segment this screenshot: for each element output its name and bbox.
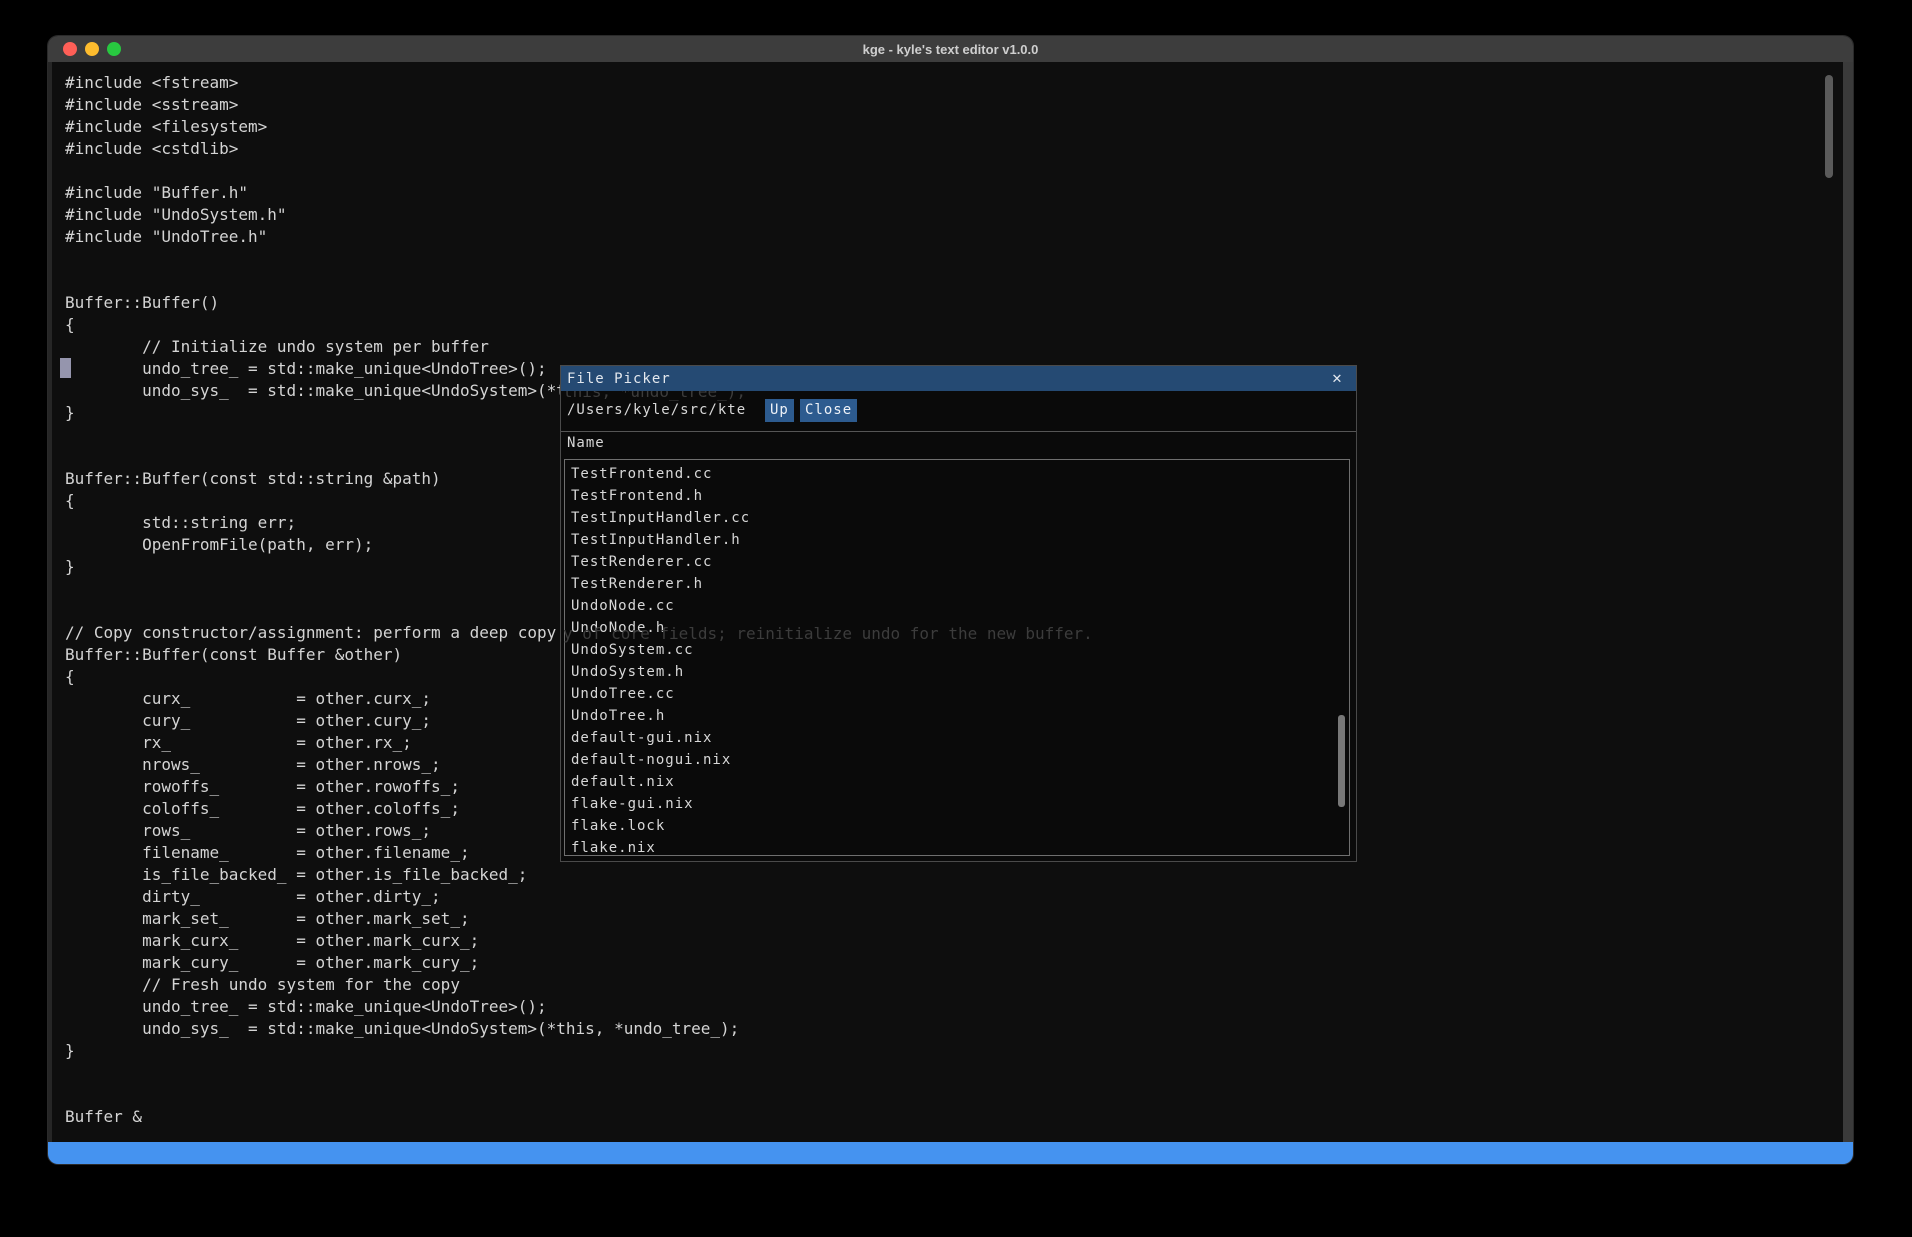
file-list-item[interactable]: UndoTree.cc [565, 683, 1349, 705]
file-list-item[interactable]: TestRenderer.cc [565, 551, 1349, 573]
file-picker-path-row: /Users/kyle/src/kte Up Close [561, 391, 1356, 431]
file-list-item[interactable]: TestFrontend.h [565, 485, 1349, 507]
file-list-item[interactable]: default-nogui.nix [565, 749, 1349, 771]
name-column-header: Name [567, 435, 605, 451]
editor-scrollbar-thumb[interactable] [1825, 75, 1833, 178]
zoom-window-button[interactable] [107, 42, 121, 56]
window-titlebar[interactable]: kge - kyle's text editor v1.0.0 [48, 36, 1853, 62]
file-list-item[interactable]: default-gui.nix [565, 727, 1349, 749]
file-list-item[interactable]: UndoNode.h [565, 617, 1349, 639]
close-picker-button[interactable]: Close [800, 399, 857, 422]
file-list-item[interactable]: flake.nix [565, 837, 1349, 856]
file-list-item[interactable]: UndoNode.cc [565, 595, 1349, 617]
window-left-edge [48, 62, 52, 1160]
current-path-label: /Users/kyle/src/kte [567, 402, 746, 418]
file-picker-close-icon[interactable]: ✕ [1326, 367, 1348, 389]
file-list-item[interactable]: TestFrontend.cc [565, 463, 1349, 485]
file-list-item[interactable]: UndoSystem.h [565, 661, 1349, 683]
file-list-item[interactable]: flake-gui.nix [565, 793, 1349, 815]
file-picker-dialog: this, *undo_tree_); y of core fields; re… [560, 365, 1357, 862]
file-list-item[interactable]: TestRenderer.h [565, 573, 1349, 595]
traffic-lights [63, 42, 121, 56]
file-picker-titlebar[interactable]: File Picker ✕ [561, 366, 1356, 391]
file-list-scrollbar-thumb[interactable] [1338, 715, 1345, 807]
minimize-window-button[interactable] [85, 42, 99, 56]
file-list-item[interactable]: TestInputHandler.cc [565, 507, 1349, 529]
file-rows-container: TestFrontend.ccTestFrontend.hTestInputHa… [565, 463, 1349, 856]
file-list-item[interactable]: default.nix [565, 771, 1349, 793]
file-list[interactable]: TestFrontend.ccTestFrontend.hTestInputHa… [564, 459, 1350, 856]
file-list-item[interactable]: flake.lock [565, 815, 1349, 837]
window-right-gutter [1843, 62, 1853, 1164]
status-bar: kge v1.0.0 [1/1] Buffer.cc 486L Open Fil… [48, 1142, 1853, 1164]
window-title: kge - kyle's text editor v1.0.0 [48, 42, 1853, 57]
file-list-item[interactable]: TestInputHandler.h [565, 529, 1349, 551]
file-picker-title: File Picker [567, 371, 671, 387]
file-list-item[interactable]: UndoSystem.cc [565, 639, 1349, 661]
file-list-item[interactable]: UndoTree.h [565, 705, 1349, 727]
close-window-button[interactable] [63, 42, 77, 56]
up-directory-button[interactable]: Up [765, 399, 794, 422]
path-separator-line [561, 431, 1356, 432]
